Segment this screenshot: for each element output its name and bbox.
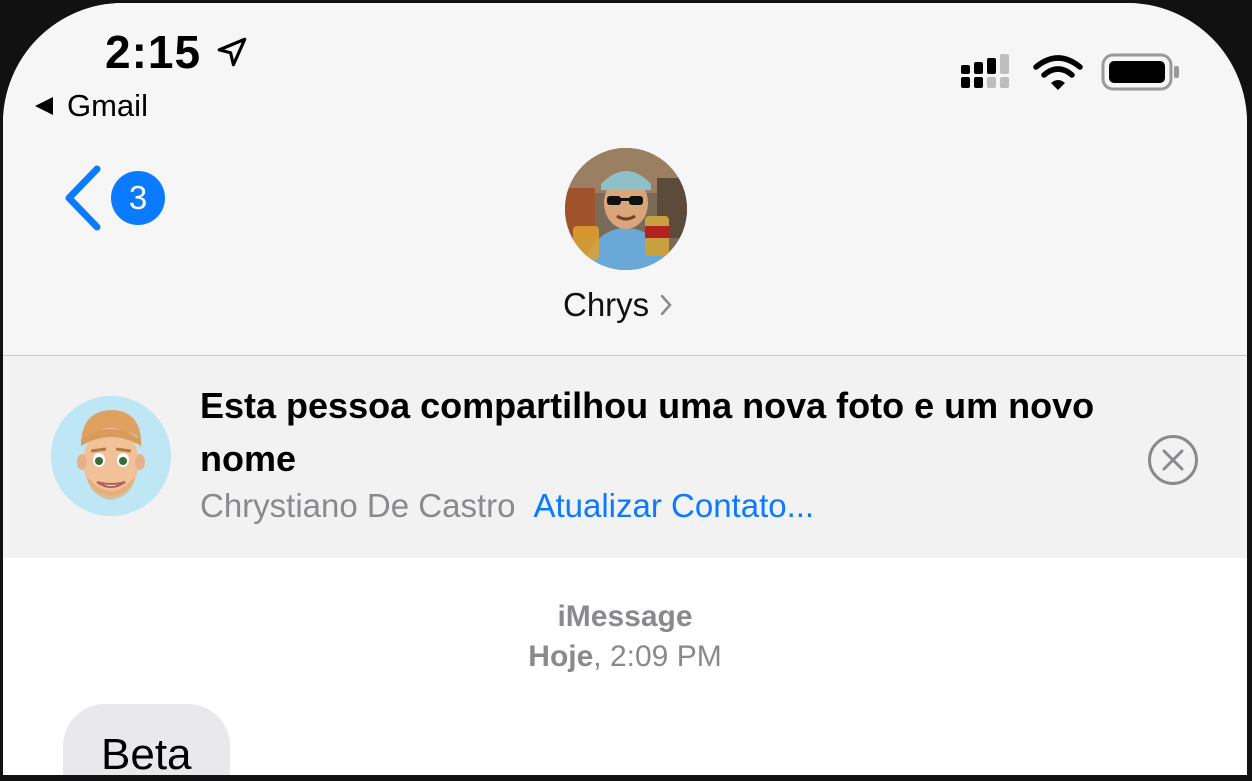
timestamp-time: , 2:09 PM [593, 640, 722, 673]
close-icon[interactable] [1146, 433, 1200, 487]
unread-count-badge: 3 [111, 171, 165, 225]
sender-name: Chrystiano De Castro [200, 487, 516, 524]
wifi-icon [1033, 55, 1083, 90]
messages-screen: 2:15 Gmail 3 Chrys Esta pessoa compartil… [3, 3, 1247, 775]
contact-name: Chrys [563, 286, 650, 323]
battery-icon [1101, 53, 1179, 91]
message-bubble-incoming[interactable]: Beta [63, 704, 230, 775]
contact-name-button[interactable]: Chrys [563, 286, 673, 324]
timestamp-day: Hoje [528, 640, 594, 673]
back-app-label: Gmail [67, 88, 148, 123]
back-to-app-button[interactable]: Gmail [35, 88, 148, 124]
back-triangle-icon [35, 97, 53, 115]
update-contact-link[interactable]: Atualizar Contato... [533, 487, 814, 524]
banner-subtitle: Chrystiano De Castro Atualizar Contato... [200, 487, 814, 525]
location-arrow-icon [217, 37, 247, 67]
conversations-back-button[interactable]: 3 [63, 163, 173, 233]
contact-avatar[interactable] [565, 148, 687, 270]
service-label: iMessage [557, 600, 693, 633]
device-frame: 2:15 Gmail 3 Chrys Esta pessoa compartil… [0, 0, 1252, 781]
contact-photo [565, 148, 687, 270]
status-time: 2:15 [105, 26, 202, 78]
conversation-header: 2:15 Gmail 3 Chrys [3, 3, 1247, 356]
memoji-face-icon [51, 396, 171, 516]
banner-title: Esta pessoa compartilhou uma nova foto e… [200, 385, 1095, 479]
memoji-avatar [51, 396, 171, 516]
conversation-timestamp: Hoje, 2:09 PM [3, 640, 1247, 674]
chevron-left-icon [65, 165, 101, 231]
cellular-signal-icon [961, 54, 1009, 88]
chevron-right-icon [660, 294, 672, 316]
